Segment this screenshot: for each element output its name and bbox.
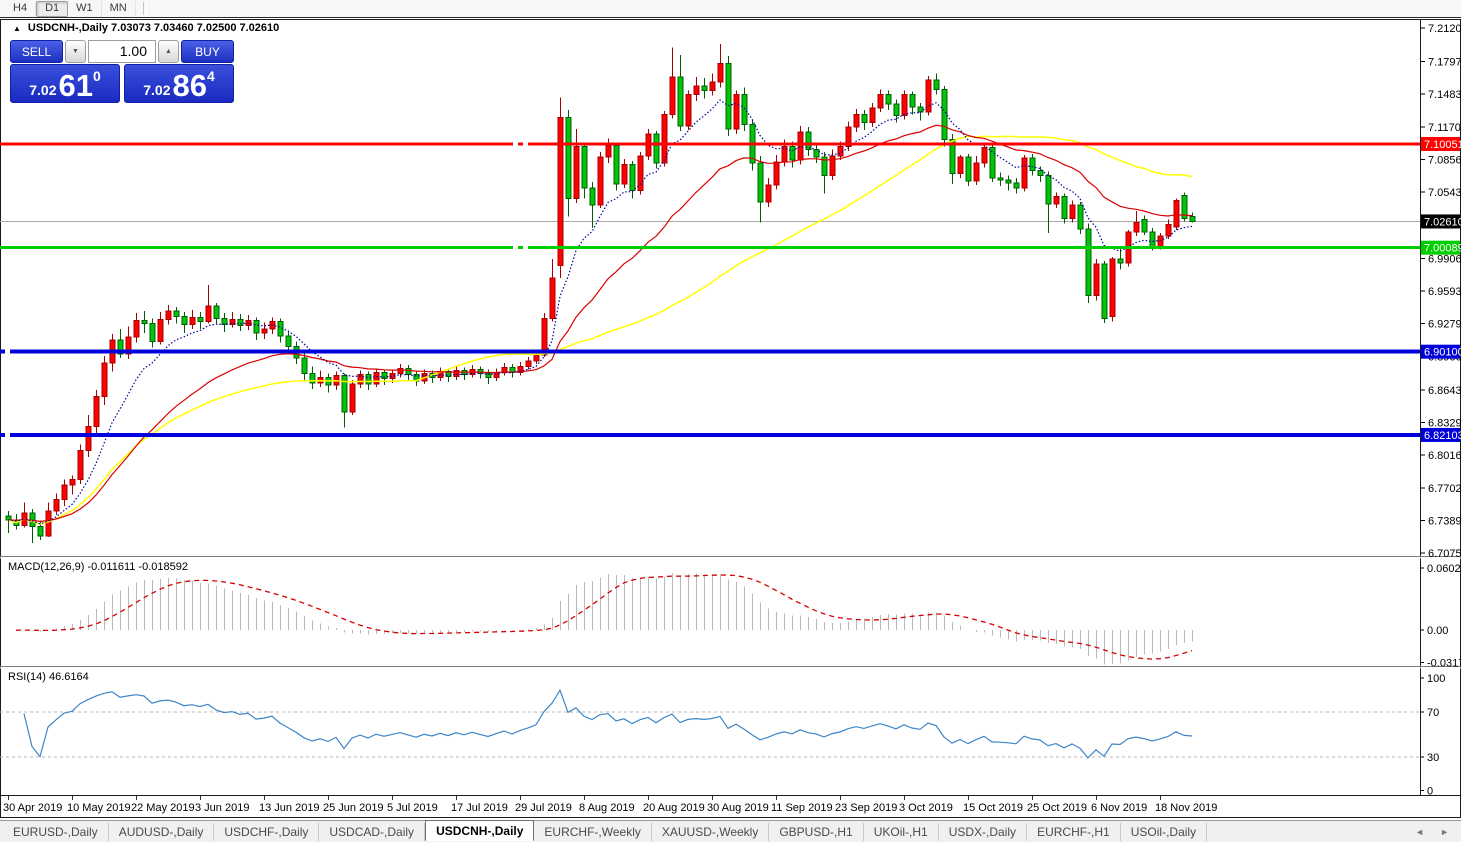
svg-text:6.95930: 6.95930: [1428, 286, 1461, 298]
svg-text:11 Sep 2019: 11 Sep 2019: [771, 802, 833, 814]
timeframe-button-w1[interactable]: W1: [68, 1, 102, 16]
volume-increase-button[interactable]: ▲: [158, 40, 179, 63]
svg-text:30 Apr 2019: 30 Apr 2019: [3, 802, 62, 814]
tab-scroll-left-icon[interactable]: ◄: [1415, 827, 1424, 837]
svg-text:7.17970: 7.17970: [1428, 57, 1461, 69]
svg-text:29 Jul 2019: 29 Jul 2019: [515, 802, 572, 814]
rsi-indicator-label: RSI(14) 46.6164: [8, 671, 89, 683]
svg-text:6.83295: 6.83295: [1428, 418, 1461, 430]
chart-tab-eurchf-weekly[interactable]: EURCHF-,Weekly: [534, 822, 652, 841]
collapse-panel-icon[interactable]: ▲: [13, 24, 21, 33]
svg-text:7.14835: 7.14835: [1428, 89, 1461, 101]
chart-tab-eurusd-daily[interactable]: EURUSD-,Daily: [3, 822, 109, 841]
chart-tab-usoil-daily[interactable]: USOil-,Daily: [1121, 822, 1208, 841]
chart-tab-audusd-daily[interactable]: AUDUSD-,Daily: [109, 822, 215, 841]
svg-text:18 Nov 2019: 18 Nov 2019: [1155, 802, 1217, 814]
svg-text:6.86430: 6.86430: [1428, 385, 1461, 397]
sell-price-big: 61: [58, 68, 93, 103]
svg-text:100: 100: [1427, 673, 1445, 685]
timeframe-button-mn[interactable]: MN: [102, 1, 136, 16]
svg-text:7.00089: 7.00089: [1424, 243, 1461, 255]
buy-price-button[interactable]: 7.02 86 4: [124, 64, 234, 103]
svg-text:6.70755: 6.70755: [1428, 548, 1461, 560]
chart-title: USDCNH-,Daily 7.03073 7.03460 7.02500 7.…: [27, 22, 280, 34]
svg-text:8 Aug 2019: 8 Aug 2019: [579, 802, 635, 814]
sell-price-button[interactable]: 7.02 61 0: [10, 64, 120, 103]
svg-text:7.11700: 7.11700: [1428, 122, 1461, 134]
svg-text:0: 0: [1427, 786, 1433, 798]
tab-scroll-right-icon[interactable]: ►: [1440, 827, 1449, 837]
chart-canvas[interactable]: 7.21200 7.17970 7.14835 7.11700 7.08565 7.054…: [0, 0, 1461, 842]
svg-text:6.90100: 6.90100: [1424, 347, 1461, 359]
svg-text:10 May 2019: 10 May 2019: [67, 802, 131, 814]
sell-price-sup: 0: [92, 68, 101, 84]
svg-text:15 Oct 2019: 15 Oct 2019: [963, 802, 1023, 814]
chart-tab-usdchf-daily[interactable]: USDCHF-,Daily: [214, 822, 320, 841]
svg-text:7.21200: 7.21200: [1428, 23, 1461, 35]
svg-text:0.00: 0.00: [1427, 625, 1448, 637]
chart-tab-usdcad-daily[interactable]: USDCAD-,Daily: [319, 822, 426, 841]
svg-text:6.92795: 6.92795: [1428, 319, 1461, 331]
svg-text:7.10051: 7.10051: [1424, 139, 1461, 151]
svg-text:6.80160: 6.80160: [1428, 450, 1461, 462]
toolbar-separator: [142, 2, 147, 15]
svg-text:17 Jul 2019: 17 Jul 2019: [451, 802, 508, 814]
timeframe-button-d1[interactable]: D1: [36, 0, 69, 17]
buy-price-big: 86: [172, 68, 207, 103]
svg-text:30 Aug 2019: 30 Aug 2019: [707, 802, 769, 814]
timeframe-toolbar: H4 D1 W1 MN: [0, 0, 1461, 18]
svg-text:0.060273: 0.060273: [1427, 563, 1461, 575]
svg-text:3 Oct 2019: 3 Oct 2019: [899, 802, 953, 814]
chart-tab-gbpusd-h1[interactable]: GBPUSD-,H1: [769, 822, 864, 841]
chart-tabs: EURUSD-,Daily AUDUSD-,Daily USDCHF-,Daily U…: [0, 820, 1461, 842]
one-click-trade-panel: SELL ▼ 1.00 ▲ BUY 7.02 61 0 7.02 86 4: [10, 40, 234, 103]
chart-tab-xauusd-weekly[interactable]: XAUUSD-,Weekly: [652, 822, 770, 841]
svg-text:7.08565: 7.08565: [1428, 154, 1461, 166]
svg-text:13 Jun 2019: 13 Jun 2019: [259, 802, 320, 814]
svg-text:6.73890: 6.73890: [1428, 515, 1461, 527]
svg-text:6.82103: 6.82103: [1424, 430, 1461, 442]
buy-price-main: 7.02: [143, 82, 171, 98]
sell-button[interactable]: SELL: [10, 40, 63, 63]
chart-tab-eurchf-h1[interactable]: EURCHF-,H1: [1027, 822, 1121, 841]
sell-price-main: 7.02: [29, 82, 57, 98]
svg-text:6.99065: 6.99065: [1428, 253, 1461, 265]
svg-text:3 Jun 2019: 3 Jun 2019: [195, 802, 249, 814]
tab-scroll-arrows: ◄ ►: [1415, 827, 1449, 837]
svg-text:6.77025: 6.77025: [1428, 483, 1461, 495]
volume-decrease-button[interactable]: ▼: [65, 40, 86, 63]
svg-text:5 Jul 2019: 5 Jul 2019: [387, 802, 438, 814]
chart-tab-usdx-daily[interactable]: USDX-,Daily: [939, 822, 1028, 841]
chart-title-row: ▲ USDCNH-,Daily 7.03073 7.03460 7.02500 …: [13, 22, 279, 34]
timeframe-button-h4[interactable]: H4: [5, 1, 37, 16]
chart-tab-usdcnh-daily[interactable]: USDCNH-,Daily: [425, 820, 535, 841]
svg-text:20 Aug 2019: 20 Aug 2019: [643, 802, 705, 814]
volume-input[interactable]: 1.00: [88, 40, 156, 63]
buy-price-sup: 4: [206, 68, 215, 84]
buy-button[interactable]: BUY: [181, 40, 234, 63]
svg-text:22 May 2019: 22 May 2019: [131, 802, 195, 814]
chart-tab-ukoil-h1[interactable]: UKOil-,H1: [864, 822, 939, 841]
svg-text:25 Jun 2019: 25 Jun 2019: [323, 802, 384, 814]
svg-text:7.02610: 7.02610: [1424, 216, 1461, 228]
svg-text:6 Nov 2019: 6 Nov 2019: [1091, 802, 1147, 814]
svg-text:30: 30: [1427, 752, 1439, 764]
svg-text:23 Sep 2019: 23 Sep 2019: [835, 802, 897, 814]
svg-text:7.05430: 7.05430: [1428, 187, 1461, 199]
macd-indicator-label: MACD(12,26,9) -0.011611 -0.018592: [8, 561, 188, 573]
svg-text:70: 70: [1427, 707, 1439, 719]
svg-text:-0.03172: -0.03172: [1427, 658, 1461, 670]
svg-text:25 Oct 2019: 25 Oct 2019: [1027, 802, 1087, 814]
